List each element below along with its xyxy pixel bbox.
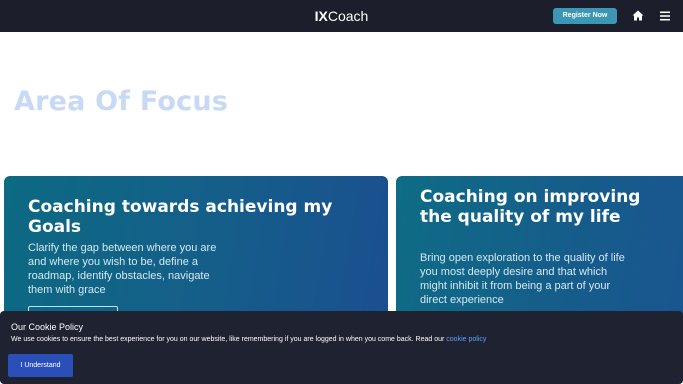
cookie-message: We use cookies to ensure the best experi… xyxy=(11,336,447,343)
focus-card-quality-of-life[interactable]: Coaching on improving the quality of my … xyxy=(396,176,683,326)
logo-bold-text: IX xyxy=(314,8,328,24)
cookie-banner: Our Cookie Policy We use cookies to ensu… xyxy=(0,311,683,384)
card-description: Clarify the gap between where you are an… xyxy=(28,242,217,296)
focus-card-goals[interactable]: Coaching towards achieving my Goals Clar… xyxy=(4,176,388,326)
card-description: Bring open exploration to the quality of… xyxy=(420,252,625,306)
card-title: Coaching on improving the quality of my … xyxy=(420,187,641,227)
cookie-policy-link[interactable]: cookie policy xyxy=(446,336,486,343)
home-icon[interactable] xyxy=(632,10,644,21)
cookie-text: We use cookies to ensure the best experi… xyxy=(11,336,486,343)
hamburger-menu-icon[interactable] xyxy=(660,11,670,21)
register-now-button[interactable]: Register Now xyxy=(553,8,617,24)
logo-text: Coach xyxy=(327,8,369,24)
cookie-title: Our Cookie Policy xyxy=(11,322,84,332)
top-navbar: IXCoach Register Now xyxy=(0,0,683,32)
i-understand-button[interactable]: I Understand xyxy=(8,354,73,377)
card-title: Coaching towards achieving my Goals xyxy=(28,197,333,237)
section-title: Area Of Focus xyxy=(14,86,229,117)
